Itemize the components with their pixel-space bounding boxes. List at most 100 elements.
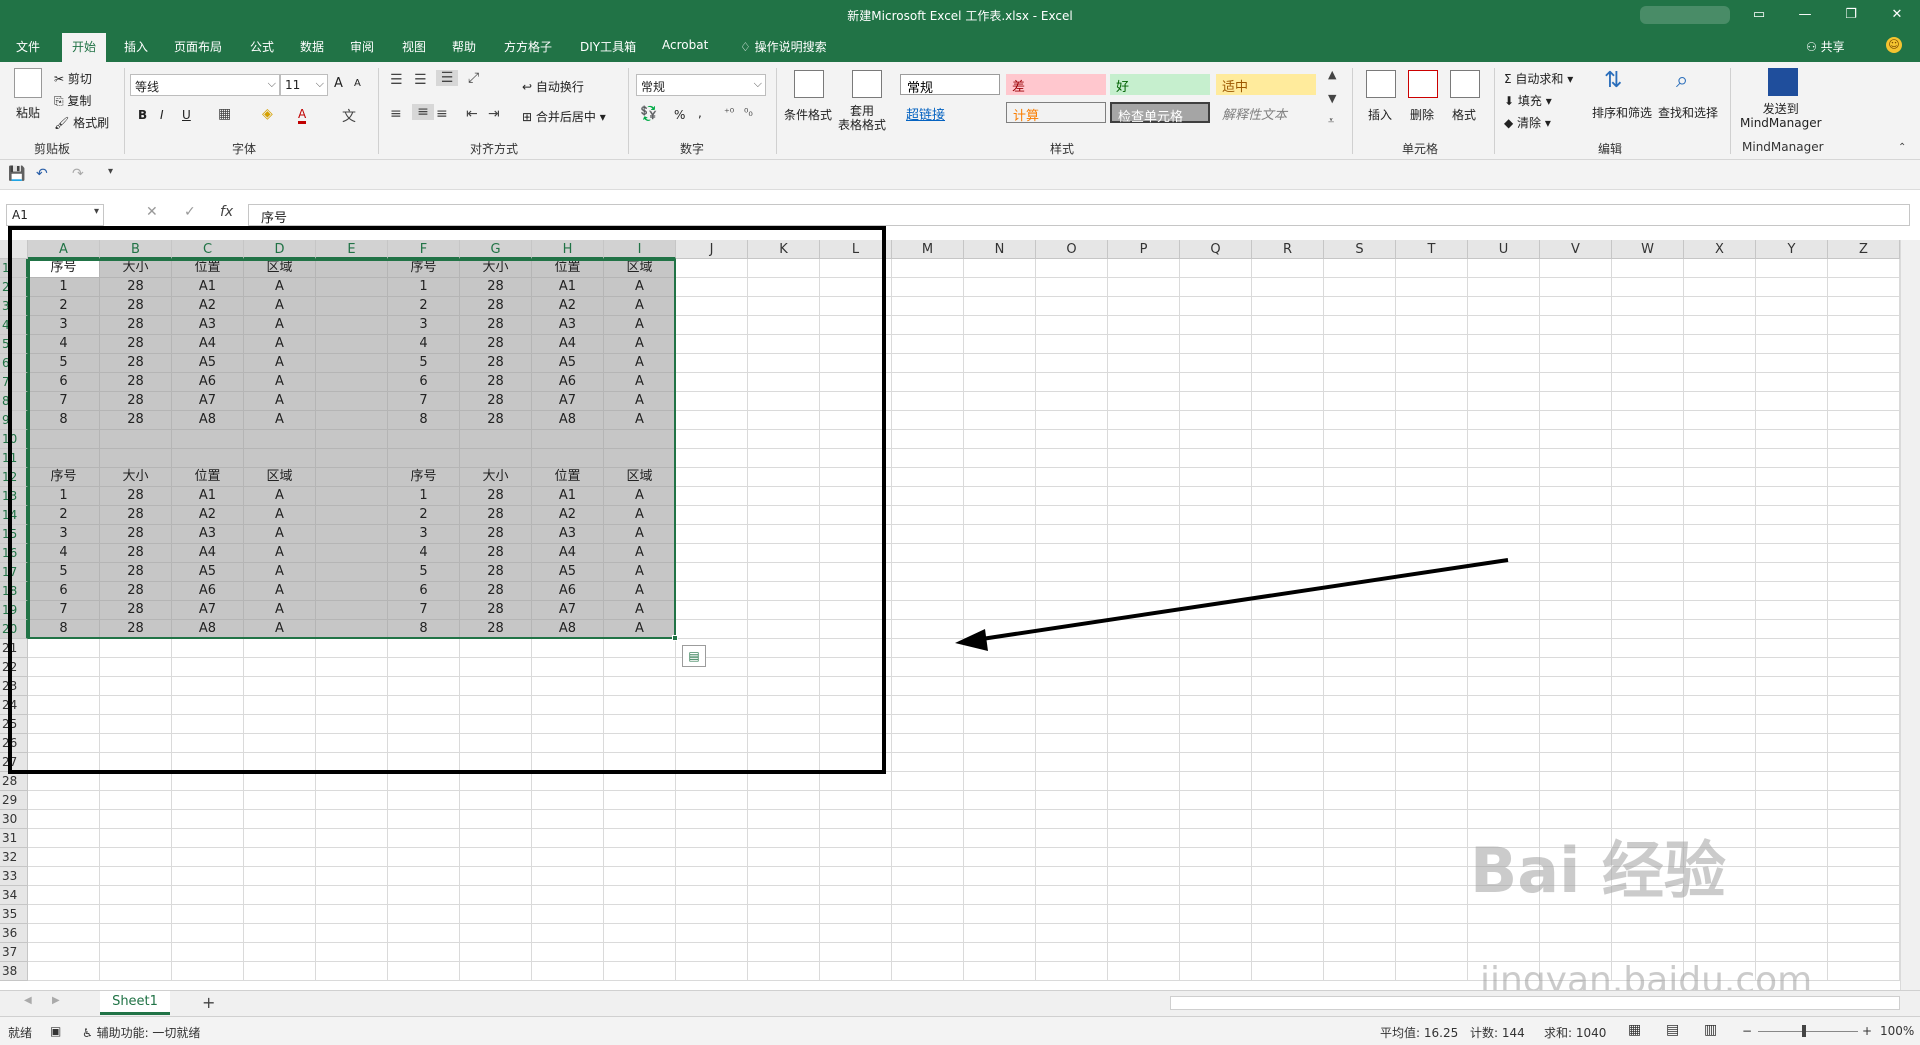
cell[interactable] [748, 620, 820, 639]
cell[interactable]: 28 [100, 335, 172, 354]
cell[interactable] [388, 658, 460, 677]
cell[interactable]: 28 [100, 487, 172, 506]
cell[interactable] [1828, 297, 1900, 316]
cell[interactable] [1828, 411, 1900, 430]
cell[interactable] [1540, 696, 1612, 715]
cell[interactable] [1108, 525, 1180, 544]
cell[interactable]: A [244, 297, 316, 316]
cell[interactable] [892, 487, 964, 506]
cell[interactable] [244, 905, 316, 924]
cell[interactable] [1036, 354, 1108, 373]
cell[interactable] [532, 962, 604, 981]
cell[interactable] [172, 924, 244, 943]
cell[interactable] [316, 753, 388, 772]
cell[interactable] [1324, 715, 1396, 734]
format-painter-button[interactable]: 🖌 格式刷 [54, 114, 109, 131]
cell-style-item[interactable]: 差 [1006, 74, 1106, 95]
cell[interactable]: A [604, 411, 676, 430]
cell[interactable] [1756, 772, 1828, 791]
cell[interactable]: A3 [532, 316, 604, 335]
cell[interactable] [244, 677, 316, 696]
font-size-combo[interactable]: 11 ⌵ [280, 74, 328, 96]
cell[interactable] [1108, 373, 1180, 392]
row-header[interactable]: 37 [0, 943, 28, 962]
cell[interactable] [1180, 734, 1252, 753]
cell[interactable] [748, 449, 820, 468]
customize-qat-icon[interactable]: ▾ [108, 166, 113, 177]
cell[interactable] [1684, 506, 1756, 525]
cell[interactable] [1540, 487, 1612, 506]
cell[interactable] [676, 487, 748, 506]
cell[interactable] [1396, 962, 1468, 981]
cell[interactable] [28, 639, 100, 658]
cell[interactable] [1036, 772, 1108, 791]
cell[interactable] [964, 791, 1036, 810]
row-header[interactable]: 31 [0, 829, 28, 848]
cell[interactable] [1756, 867, 1828, 886]
cell[interactable] [1612, 924, 1684, 943]
cell[interactable] [1252, 848, 1324, 867]
cell[interactable] [748, 943, 820, 962]
cell[interactable] [1756, 297, 1828, 316]
cell[interactable] [820, 430, 892, 449]
cell[interactable]: A3 [532, 525, 604, 544]
insert-function-icon[interactable]: fx [220, 204, 233, 220]
cell[interactable] [820, 677, 892, 696]
cell[interactable] [892, 468, 964, 487]
cell[interactable] [892, 810, 964, 829]
cell[interactable]: 5 [388, 563, 460, 582]
cell[interactable] [1828, 829, 1900, 848]
cell[interactable] [244, 943, 316, 962]
cell[interactable]: 28 [100, 278, 172, 297]
column-header[interactable]: E [316, 240, 388, 259]
cell[interactable]: 1 [28, 487, 100, 506]
cell[interactable] [1324, 411, 1396, 430]
cell[interactable] [460, 810, 532, 829]
cell[interactable] [532, 449, 604, 468]
cell[interactable]: A [604, 316, 676, 335]
cell[interactable]: A8 [532, 620, 604, 639]
cell[interactable] [1180, 696, 1252, 715]
cell[interactable]: 28 [460, 487, 532, 506]
cell[interactable] [172, 449, 244, 468]
cell[interactable] [1180, 354, 1252, 373]
cell[interactable] [1252, 278, 1324, 297]
cell[interactable]: A [244, 411, 316, 430]
cell[interactable] [1252, 563, 1324, 582]
cell[interactable] [964, 373, 1036, 392]
cell[interactable]: A [604, 563, 676, 582]
cell[interactable] [244, 829, 316, 848]
cell[interactable] [748, 544, 820, 563]
cell[interactable] [1468, 297, 1540, 316]
cell[interactable] [604, 696, 676, 715]
cell[interactable] [964, 468, 1036, 487]
cell[interactable] [1540, 544, 1612, 563]
cell[interactable] [892, 905, 964, 924]
cell[interactable] [1108, 753, 1180, 772]
cell[interactable] [1828, 620, 1900, 639]
cell[interactable] [1252, 962, 1324, 981]
cell[interactable] [1828, 582, 1900, 601]
cell[interactable] [1684, 753, 1756, 772]
cell[interactable] [1540, 639, 1612, 658]
cell[interactable] [892, 620, 964, 639]
cell[interactable] [604, 810, 676, 829]
cell[interactable] [1252, 943, 1324, 962]
cell[interactable] [1324, 620, 1396, 639]
cell[interactable] [316, 962, 388, 981]
cell[interactable]: A7 [532, 392, 604, 411]
cell[interactable] [244, 658, 316, 677]
cell[interactable] [1324, 791, 1396, 810]
cell[interactable]: A [604, 354, 676, 373]
feedback-smiley-icon[interactable]: ☺ [1886, 37, 1902, 53]
cell[interactable] [676, 259, 748, 278]
cell[interactable] [316, 506, 388, 525]
cell[interactable]: A [244, 335, 316, 354]
cell[interactable] [604, 924, 676, 943]
cell[interactable] [1252, 544, 1324, 563]
cell[interactable] [1756, 601, 1828, 620]
cell[interactable]: A1 [172, 278, 244, 297]
cell[interactable] [1396, 411, 1468, 430]
cell[interactable] [748, 886, 820, 905]
row-header[interactable]: 32 [0, 848, 28, 867]
